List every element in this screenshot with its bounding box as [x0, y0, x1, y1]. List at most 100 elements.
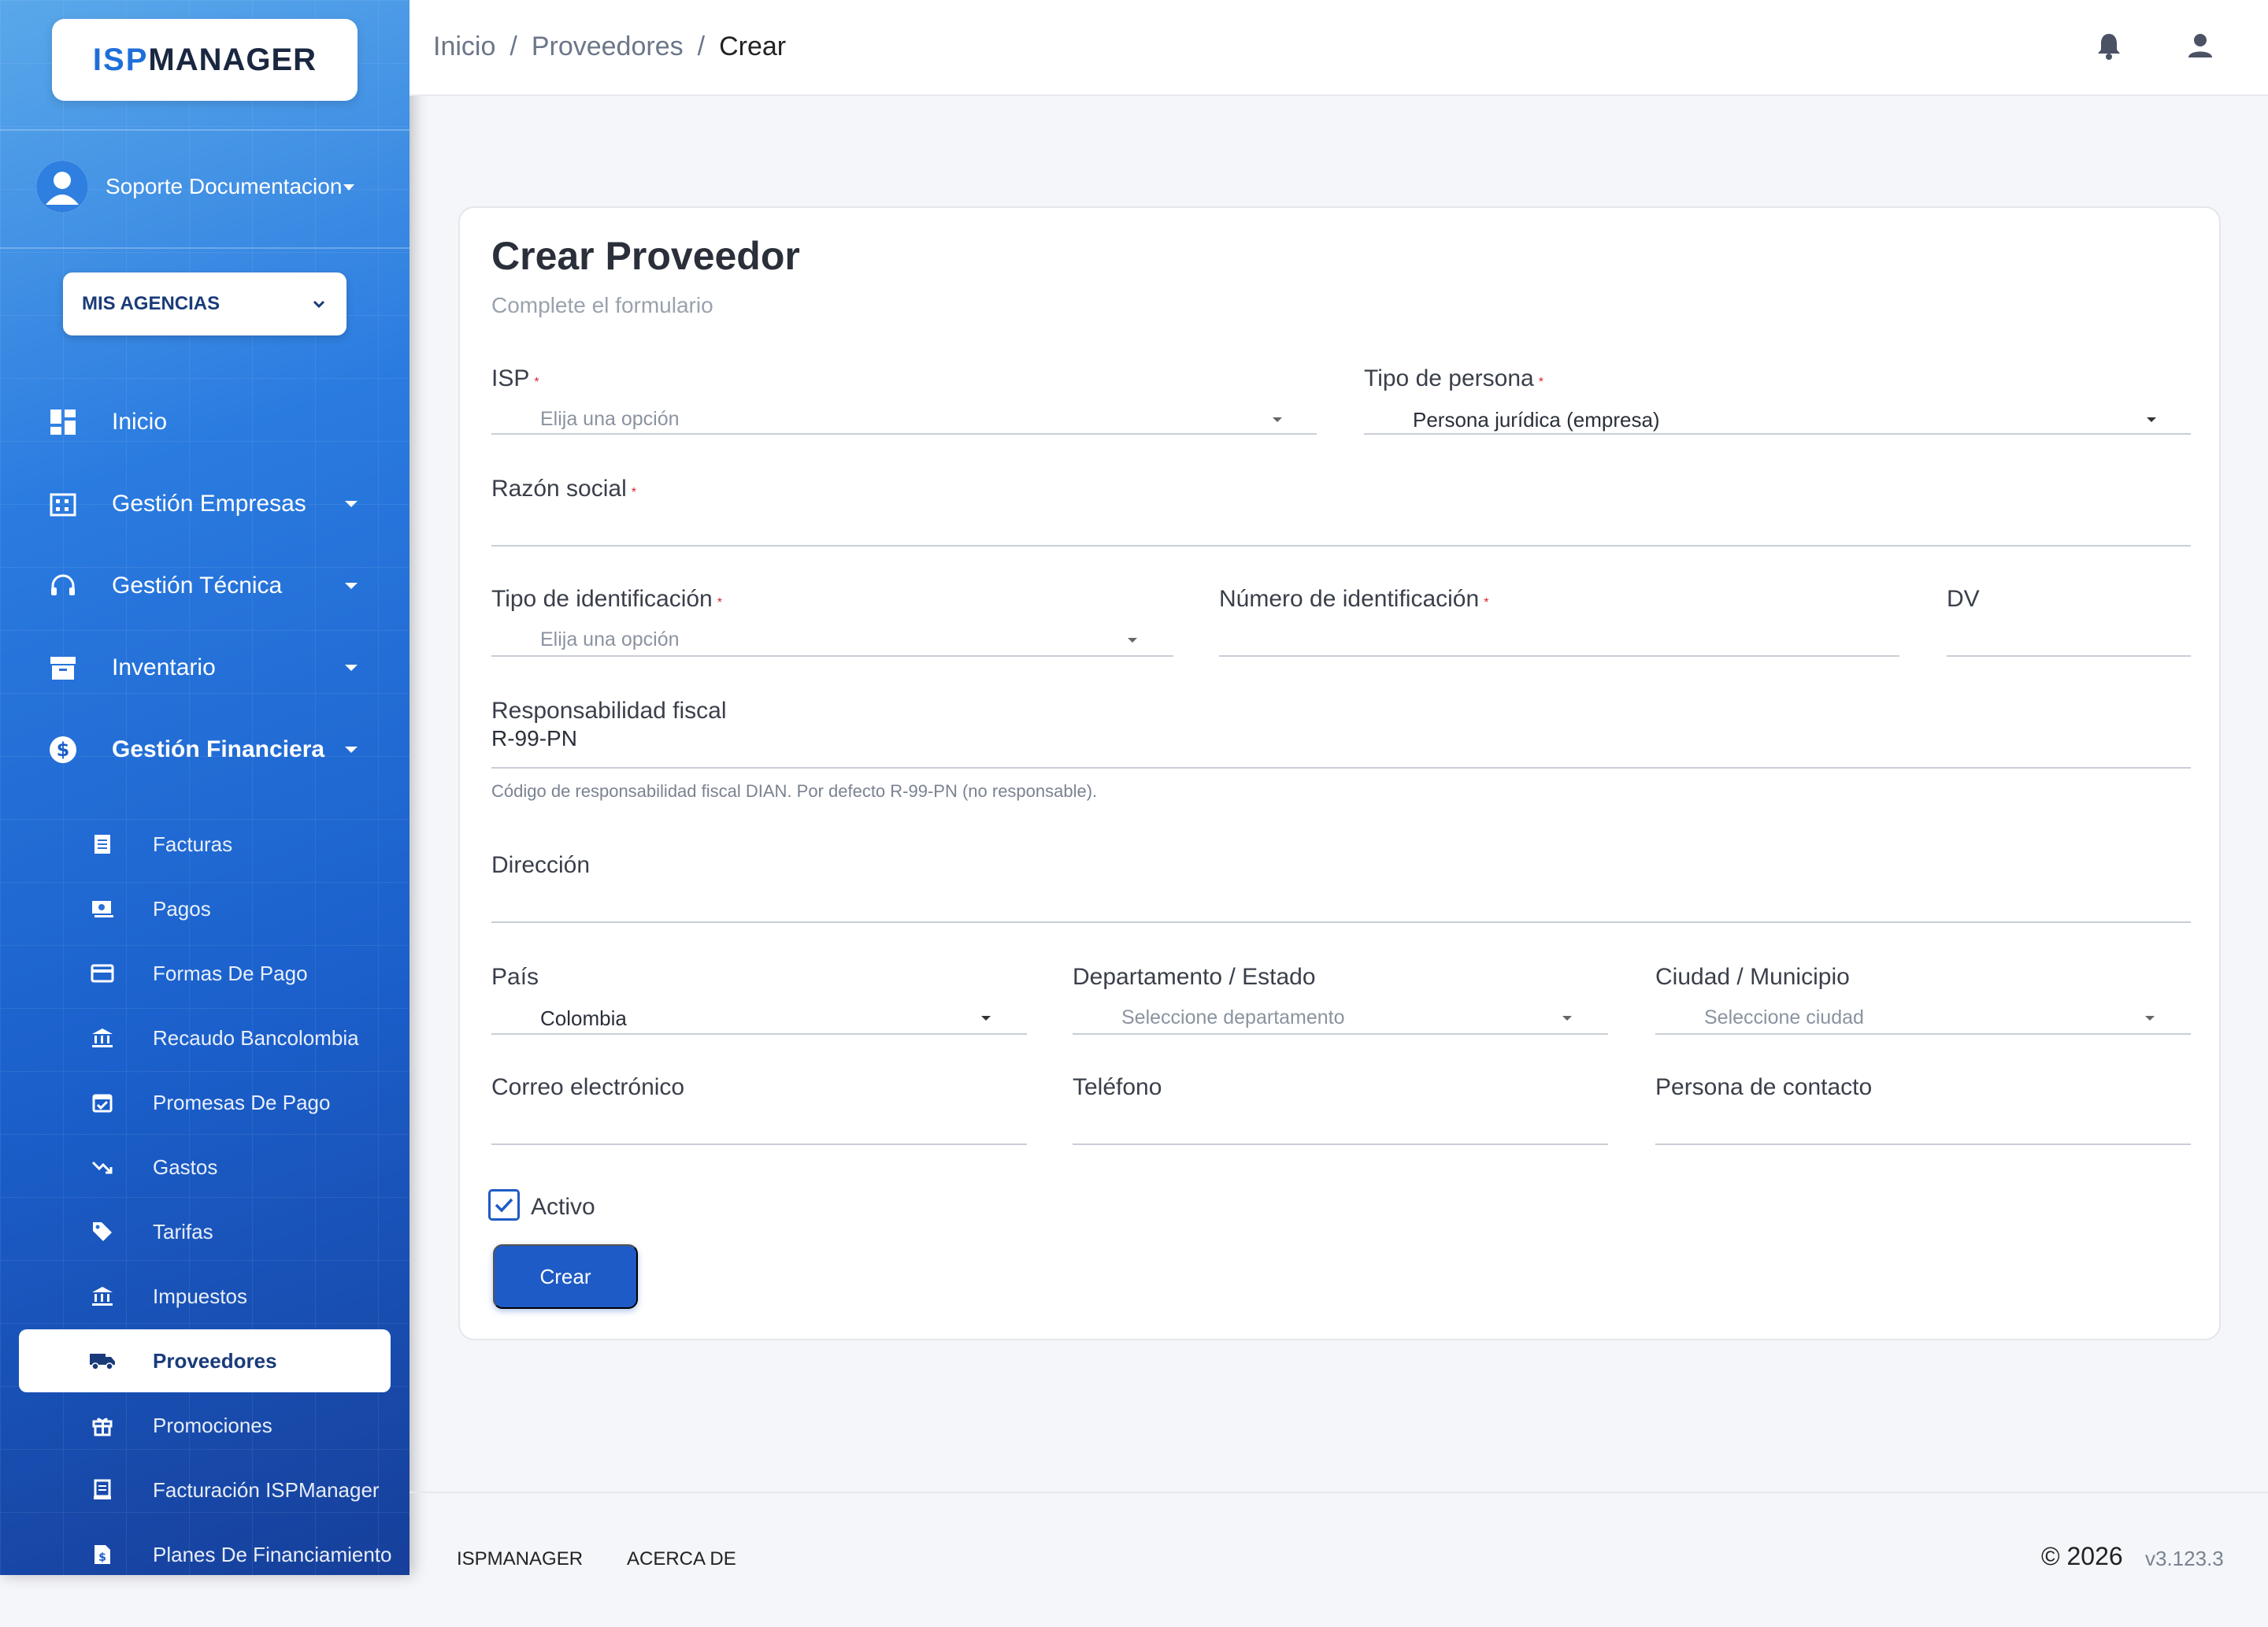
responsabilidad-fiscal-input[interactable]: Responsabilidad fiscal R-99-PN [491, 698, 2191, 769]
logo[interactable]: ISP MANAGER [52, 19, 358, 101]
numero-identificacion-label: Número de identificación [1219, 586, 1480, 612]
submenu-item-label: Tarifas [153, 1219, 213, 1243]
submenu-item-label: Proveedores [153, 1348, 277, 1373]
trend-down-icon [88, 1153, 117, 1181]
menu-item-inicio[interactable]: Inicio [47, 406, 378, 438]
menu-item-gestion-financiera[interactable]: $ Gestión Financiera [47, 734, 378, 765]
ciudad-select[interactable]: Ciudad / Municipio Seleccione ciudad [1655, 964, 2191, 1035]
field-underline [491, 655, 1173, 657]
breadcrumb-current: Crear [719, 32, 787, 61]
submenu-item-label: Planes De Financiamiento [153, 1542, 392, 1566]
submenu-item-facturas[interactable]: Facturas [88, 830, 403, 858]
submenu-item-proveedores[interactable]: Proveedores [88, 1347, 403, 1375]
required-mark: * [1538, 376, 1544, 389]
departamento-placeholder: Seleccione departamento [1121, 1006, 1345, 1028]
sidebar-divider [0, 129, 410, 131]
tipo-persona-select[interactable]: Tipo de persona * Persona jurídica (empre… [1364, 365, 2191, 435]
field-underline [491, 433, 1317, 435]
submenu-item-impuestos[interactable]: Impuestos [88, 1282, 403, 1310]
caret-down-icon [1128, 638, 1137, 643]
submenu-item-facturacion-ispmanager[interactable]: Facturación ISPManager [88, 1476, 403, 1504]
truck-icon [88, 1347, 117, 1375]
menu-item-gestion-empresas[interactable]: Gestión Empresas [47, 488, 378, 520]
required-mark: * [534, 376, 539, 389]
gift-icon [88, 1411, 117, 1440]
submenu-item-planes-de-financiamiento[interactable]: $ Planes De Financiamiento [88, 1540, 403, 1569]
sidebar-divider [0, 247, 410, 249]
form-card: Crear Proveedor Complete el formulario I… [458, 206, 2221, 1340]
building-icon [47, 488, 79, 520]
pais-value: Colombia [540, 1006, 627, 1030]
footer: ISPMANAGER ACERCA DE © 2026 v3.123.3 [410, 1492, 2268, 1627]
file-dollar-icon: $ [88, 1540, 117, 1569]
footer-copyright: © 2026 [2041, 1542, 2123, 1570]
submenu-item-label: Formas De Pago [153, 961, 308, 985]
submenu-item-formas-de-pago[interactable]: Formas De Pago [88, 959, 403, 988]
footer-link-ispmanager[interactable]: ISPMANAGER [457, 1548, 583, 1570]
contacto-label: Persona de contacto [1655, 1074, 1873, 1100]
agencias-dropdown[interactable]: MIS AGENCIAS [63, 272, 346, 335]
submenu-item-label: Pagos [153, 896, 211, 921]
responsabilidad-fiscal-hint: Código de responsabilidad fiscal DIAN. P… [491, 781, 1098, 801]
telefono-input[interactable]: Teléfono [1073, 1074, 1608, 1145]
submenu-item-promesas-de-pago[interactable]: Promesas De Pago [88, 1088, 403, 1117]
breadcrumb-proveedores[interactable]: Proveedores [532, 32, 684, 62]
activo-label[interactable]: Activo [531, 1194, 595, 1221]
field-underline [491, 1143, 1027, 1145]
breadcrumb-inicio[interactable]: Inicio [433, 32, 495, 62]
tag-icon [88, 1217, 117, 1246]
check-icon [495, 1198, 513, 1213]
tipo-identificacion-select[interactable]: Tipo de identificación * Elija una opción [491, 586, 1173, 657]
submenu-item-recaudo-bancolombia[interactable]: Recaudo Bancolombia [88, 1024, 403, 1052]
crear-button[interactable]: Crear [493, 1244, 638, 1309]
submenu-item-label: Facturación ISPManager [153, 1477, 380, 1502]
caret-down-icon [1562, 1016, 1572, 1021]
correo-input[interactable]: Correo electrónico [491, 1074, 1027, 1145]
cash-icon [88, 895, 117, 923]
required-mark: * [631, 486, 636, 499]
submenu-item-promociones[interactable]: Promociones [88, 1411, 403, 1440]
dv-input[interactable]: DV [1947, 586, 2191, 657]
isp-select[interactable]: ISP * Elija una opción [491, 365, 1317, 435]
user-caret-icon[interactable] [343, 184, 354, 191]
agencias-label: MIS AGENCIAS [82, 293, 220, 314]
departamento-select[interactable]: Departamento / Estado Seleccione departa… [1073, 964, 1608, 1035]
field-underline [491, 545, 2191, 547]
menu-item-gestion-tecnica[interactable]: Gestión Técnica [47, 570, 378, 602]
footer-version: v3.123.3 [2145, 1547, 2224, 1570]
user-icon[interactable] [2185, 30, 2216, 61]
menu-item-label: Inventario [112, 654, 216, 680]
avatar [36, 161, 88, 213]
menu-item-label: Gestión Técnica [112, 573, 283, 599]
pais-select[interactable]: País Colombia [491, 964, 1027, 1035]
field-underline [1219, 655, 1899, 657]
caret-down-icon [1273, 417, 1282, 422]
field-underline [1364, 433, 2191, 435]
tipo-identificacion-placeholder: Elija una opción [540, 628, 680, 650]
submenu-item-tarifas[interactable]: Tarifas [88, 1217, 403, 1246]
bank-icon [88, 1024, 117, 1052]
caret-down-icon [345, 501, 358, 507]
direccion-input[interactable]: Dirección [491, 852, 2191, 923]
footer-link-acerca-de[interactable]: ACERCA DE [627, 1548, 736, 1570]
submenu-item-pagos[interactable]: Pagos [88, 895, 403, 923]
tipo-persona-label: Tipo de persona [1364, 365, 1534, 391]
numero-identificacion-input[interactable]: Número de identificación * [1219, 586, 1899, 657]
tipo-identificacion-label: Tipo de identificación [491, 586, 713, 612]
bell-icon[interactable] [2093, 30, 2125, 61]
top-header: Inicio / Proveedores / Crear [410, 0, 2268, 96]
dv-label: DV [1947, 586, 1980, 612]
razon-social-input[interactable]: Razón social * [491, 476, 2191, 547]
invoice-icon [88, 830, 117, 858]
activo-checkbox[interactable] [488, 1189, 520, 1221]
submenu-item-label: Gastos [153, 1154, 218, 1179]
user-menu[interactable]: Soporte Documentacion [36, 161, 342, 213]
submenu-item-gastos[interactable]: Gastos [88, 1153, 403, 1181]
sidebar: ISP MANAGER Soporte Documentacion MIS AG… [0, 0, 410, 1575]
breadcrumb-separator: / [510, 32, 517, 61]
caret-down-icon [345, 747, 358, 753]
contacto-input[interactable]: Persona de contacto [1655, 1074, 2191, 1145]
field-underline [1655, 1033, 2191, 1035]
menu-item-inventario[interactable]: Inventario [47, 652, 378, 684]
user-name: Soporte Documentacion [106, 174, 343, 198]
